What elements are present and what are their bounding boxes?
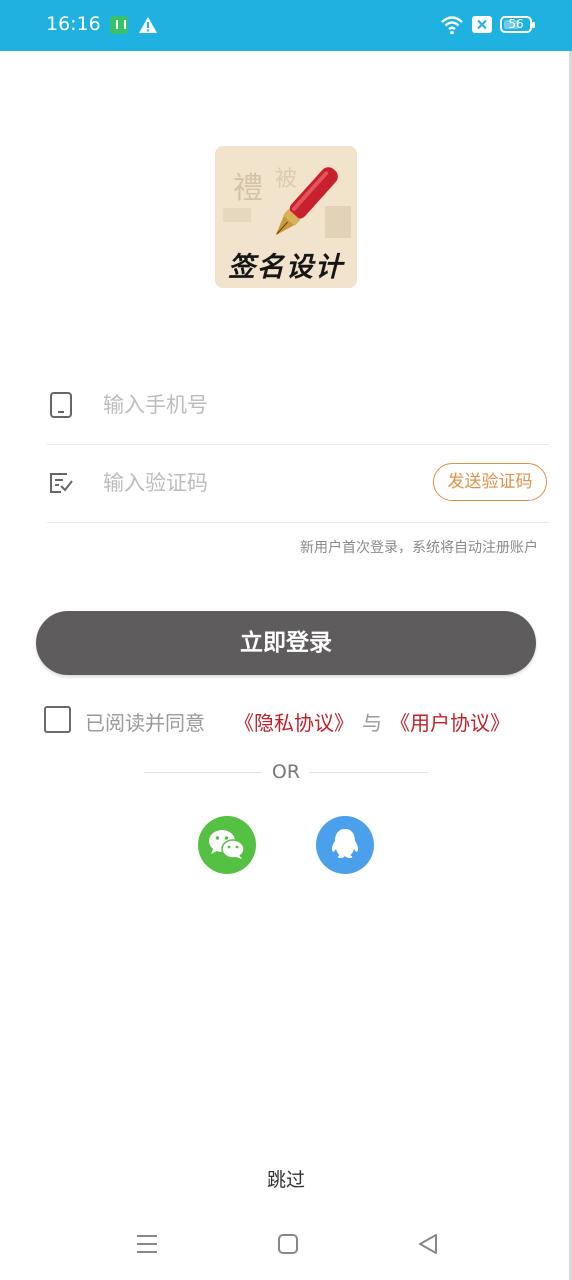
warning-icon [139,17,157,33]
divider-label: OR [271,761,301,783]
phone-input[interactable] [103,388,403,422]
app-notification-icon [110,16,128,34]
svg-text:被: 被 [275,167,297,192]
phone-icon [50,392,72,418]
wechat-icon [209,830,245,859]
agree-text: 已阅读并同意 [85,711,205,735]
divider-right [310,772,428,773]
status-bar: 16:16 56 [0,0,572,51]
svg-text:禮: 禮 [233,171,263,206]
no-sim-icon [472,16,492,33]
qq-icon [331,829,359,858]
status-time: 16:16 [46,13,101,35]
battery-level: 56 [508,17,524,31]
code-input[interactable] [103,466,403,500]
code-row: 发送验证码 [47,444,549,523]
agree-and-text: 与 [362,711,382,735]
agree-checkbox[interactable] [44,706,71,733]
logo-title: 签名设计 [228,252,344,283]
divider-left [144,772,262,773]
skip-button[interactable]: 跳过 [236,1165,336,1192]
phone-row [47,366,549,445]
user-agreement-link[interactable]: 《用户协议》 [390,707,510,736]
wechat-login-button[interactable] [198,816,256,874]
home-icon[interactable] [274,1230,302,1258]
back-icon[interactable] [414,1230,442,1258]
send-code-button[interactable]: 发送验证码 [433,463,547,501]
register-hint: 新用户首次登录，系统将自动注册账户 [300,540,538,556]
login-button[interactable]: 立即登录 [36,611,536,675]
privacy-policy-link[interactable]: 《隐私协议》 [234,707,354,736]
qq-login-button[interactable] [316,816,374,874]
app-logo: 禮 被 签名设计 [215,146,357,288]
menu-icon[interactable] [133,1230,161,1258]
battery-icon: 56 [500,16,535,33]
verify-code-icon [50,473,73,493]
wifi-icon [441,16,463,35]
